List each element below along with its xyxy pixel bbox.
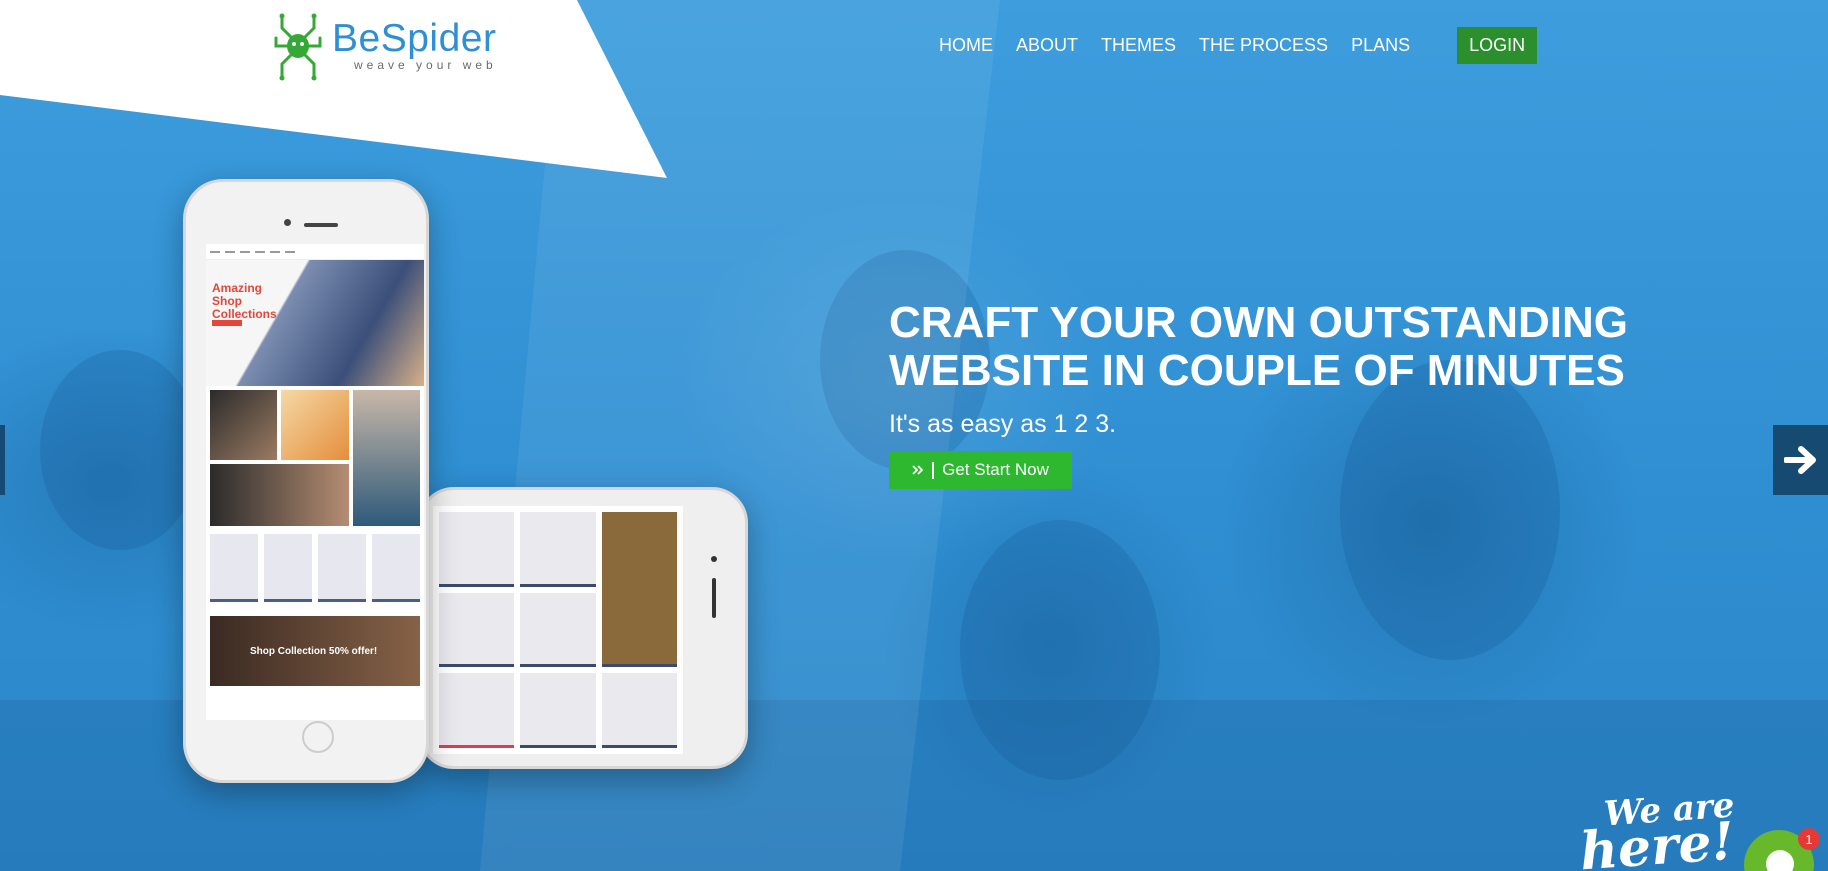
headline-line-1: CRAFT YOUR OWN OUTSTANDING xyxy=(889,298,1628,347)
spider-icon xyxy=(274,13,322,81)
arrow-right-icon xyxy=(1783,446,1816,474)
mock-promo: Shop Collection 50% offer! xyxy=(210,616,420,686)
product-thumb xyxy=(601,512,677,668)
product-thumb xyxy=(210,534,258,602)
mock-promo-text: Shop Collection 50% offer! xyxy=(250,646,378,657)
phone-mockup-landscape xyxy=(418,487,748,769)
mock-banner-button xyxy=(212,320,242,326)
phone-speaker xyxy=(304,223,338,227)
cta-separator xyxy=(932,461,935,479)
get-start-now-button[interactable]: Get Start Now xyxy=(889,451,1072,489)
nav-themes[interactable]: THEMES xyxy=(1101,35,1176,56)
phone-camera xyxy=(284,219,291,226)
chat-widget-text-2: here! xyxy=(1578,810,1737,871)
product-thumb xyxy=(520,512,596,587)
slider-next-button[interactable] xyxy=(1773,425,1828,495)
mock-tile xyxy=(281,390,349,460)
phone-speaker xyxy=(712,578,716,618)
product-thumb xyxy=(601,673,677,748)
chat-widget[interactable]: We are here! 1 xyxy=(1572,782,1828,871)
mock-tile xyxy=(352,390,420,526)
main-nav: HOME ABOUT THEMES THE PROCESS PLANS LOGI… xyxy=(939,26,1538,64)
nav-home[interactable]: HOME xyxy=(939,35,993,56)
chat-bubble-shape xyxy=(1766,850,1794,871)
product-thumb xyxy=(520,673,596,748)
background-person xyxy=(1340,360,1560,660)
site-logo[interactable]: BeSpider weave your web xyxy=(270,8,497,82)
brand-name: BeSpider xyxy=(332,17,497,60)
mock-products xyxy=(206,530,424,606)
mock-banner-title: Amazing Shop Collections xyxy=(212,281,277,321)
phone-home-button xyxy=(302,721,334,753)
phone-screen-landscape xyxy=(433,506,683,754)
product-thumb xyxy=(439,673,515,748)
mock-nav xyxy=(206,244,424,260)
nav-about[interactable]: ABOUT xyxy=(1016,35,1078,56)
phone-mockup-portrait: Amazing Shop Collections Shop Collection… xyxy=(183,179,429,783)
hero-headline: CRAFT YOUR OWN OUTSTANDING WEBSITE IN CO… xyxy=(889,299,1649,395)
login-button[interactable]: LOGIN xyxy=(1457,26,1538,64)
product-thumb xyxy=(439,592,515,668)
nav-the-process[interactable]: THE PROCESS xyxy=(1199,35,1328,56)
nav-plans[interactable]: PLANS xyxy=(1351,35,1410,56)
product-thumb xyxy=(439,512,515,587)
unread-badge: 1 xyxy=(1798,828,1820,850)
product-thumb xyxy=(520,592,596,668)
mock-collection-grid xyxy=(206,386,424,530)
headline-line-2: WEBSITE IN COUPLE OF MINUTES xyxy=(889,346,1625,395)
mock-tile xyxy=(210,390,278,460)
product-thumb xyxy=(264,534,312,602)
brand-tagline: weave your web xyxy=(354,58,497,72)
hero-subheadline: It's as easy as 1 2 3. xyxy=(889,410,1117,438)
mock-banner: Amazing Shop Collections xyxy=(206,260,424,386)
slider-prev-button[interactable] xyxy=(0,425,5,495)
phone-screen-portrait: Amazing Shop Collections Shop Collection… xyxy=(206,244,424,720)
product-thumb xyxy=(318,534,366,602)
cta-label: Get Start Now xyxy=(942,460,1049,479)
mock-tile xyxy=(210,464,349,526)
double-chevron-right-icon xyxy=(912,465,924,475)
logo-text: BeSpider weave your web xyxy=(332,17,497,73)
product-thumb xyxy=(372,534,420,602)
background-person xyxy=(40,350,200,550)
phone-camera xyxy=(711,556,717,562)
